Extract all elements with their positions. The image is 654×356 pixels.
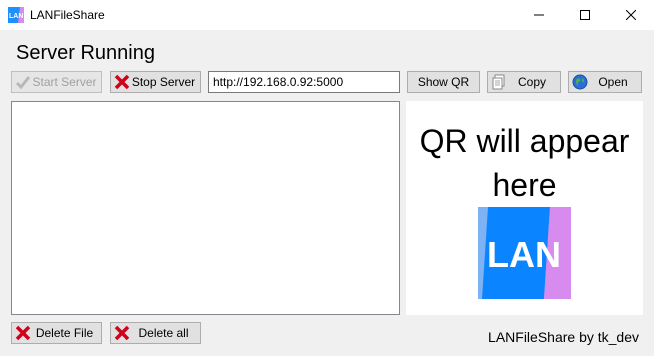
- open-label: Open: [598, 75, 628, 89]
- checkmark-icon: [15, 76, 31, 90]
- window-title: LANFileShare: [30, 8, 105, 22]
- minimize-button[interactable]: [516, 0, 562, 30]
- start-server-label: Start Server: [32, 75, 97, 89]
- app-icon: LAN: [8, 7, 24, 23]
- copy-icon: [492, 74, 505, 90]
- minimize-icon: [534, 14, 544, 16]
- copy-button[interactable]: Copy: [487, 71, 561, 93]
- svg-text:LAN: LAN: [9, 13, 23, 20]
- open-button[interactable]: Open: [568, 71, 642, 93]
- red-x-icon: [114, 325, 130, 341]
- copy-label: Copy: [517, 75, 546, 89]
- delete-all-button[interactable]: Delete all: [110, 322, 201, 344]
- globe-icon: [572, 74, 588, 90]
- server-url-field[interactable]: [208, 71, 400, 93]
- footer-credit: LANFileShare by tk_dev: [488, 329, 639, 345]
- file-list[interactable]: [11, 101, 400, 315]
- show-qr-label: Show QR: [417, 75, 470, 89]
- maximize-button[interactable]: [562, 0, 608, 30]
- start-server-button[interactable]: Start Server: [11, 71, 102, 93]
- title-bar: LAN LANFileShare: [0, 0, 654, 30]
- delete-all-label: Delete all: [138, 326, 189, 340]
- qr-panel: QR will appear here LAN: [406, 101, 643, 315]
- maximize-icon: [580, 10, 590, 20]
- close-icon: [626, 10, 636, 20]
- red-x-icon: [15, 325, 31, 341]
- delete-file-label: Delete File: [35, 326, 94, 340]
- delete-file-button[interactable]: Delete File: [11, 322, 102, 344]
- red-x-icon: [114, 74, 130, 90]
- lan-logo: LAN: [478, 207, 571, 299]
- server-status: Server Running: [16, 42, 155, 64]
- stop-server-button[interactable]: Stop Server: [110, 71, 201, 93]
- svg-text:LAN: LAN: [487, 234, 561, 275]
- qr-placeholder-text: QR will appear here: [419, 123, 630, 203]
- stop-server-label: Stop Server: [131, 75, 196, 89]
- show-qr-button[interactable]: Show QR: [407, 71, 480, 93]
- close-button[interactable]: [608, 0, 654, 30]
